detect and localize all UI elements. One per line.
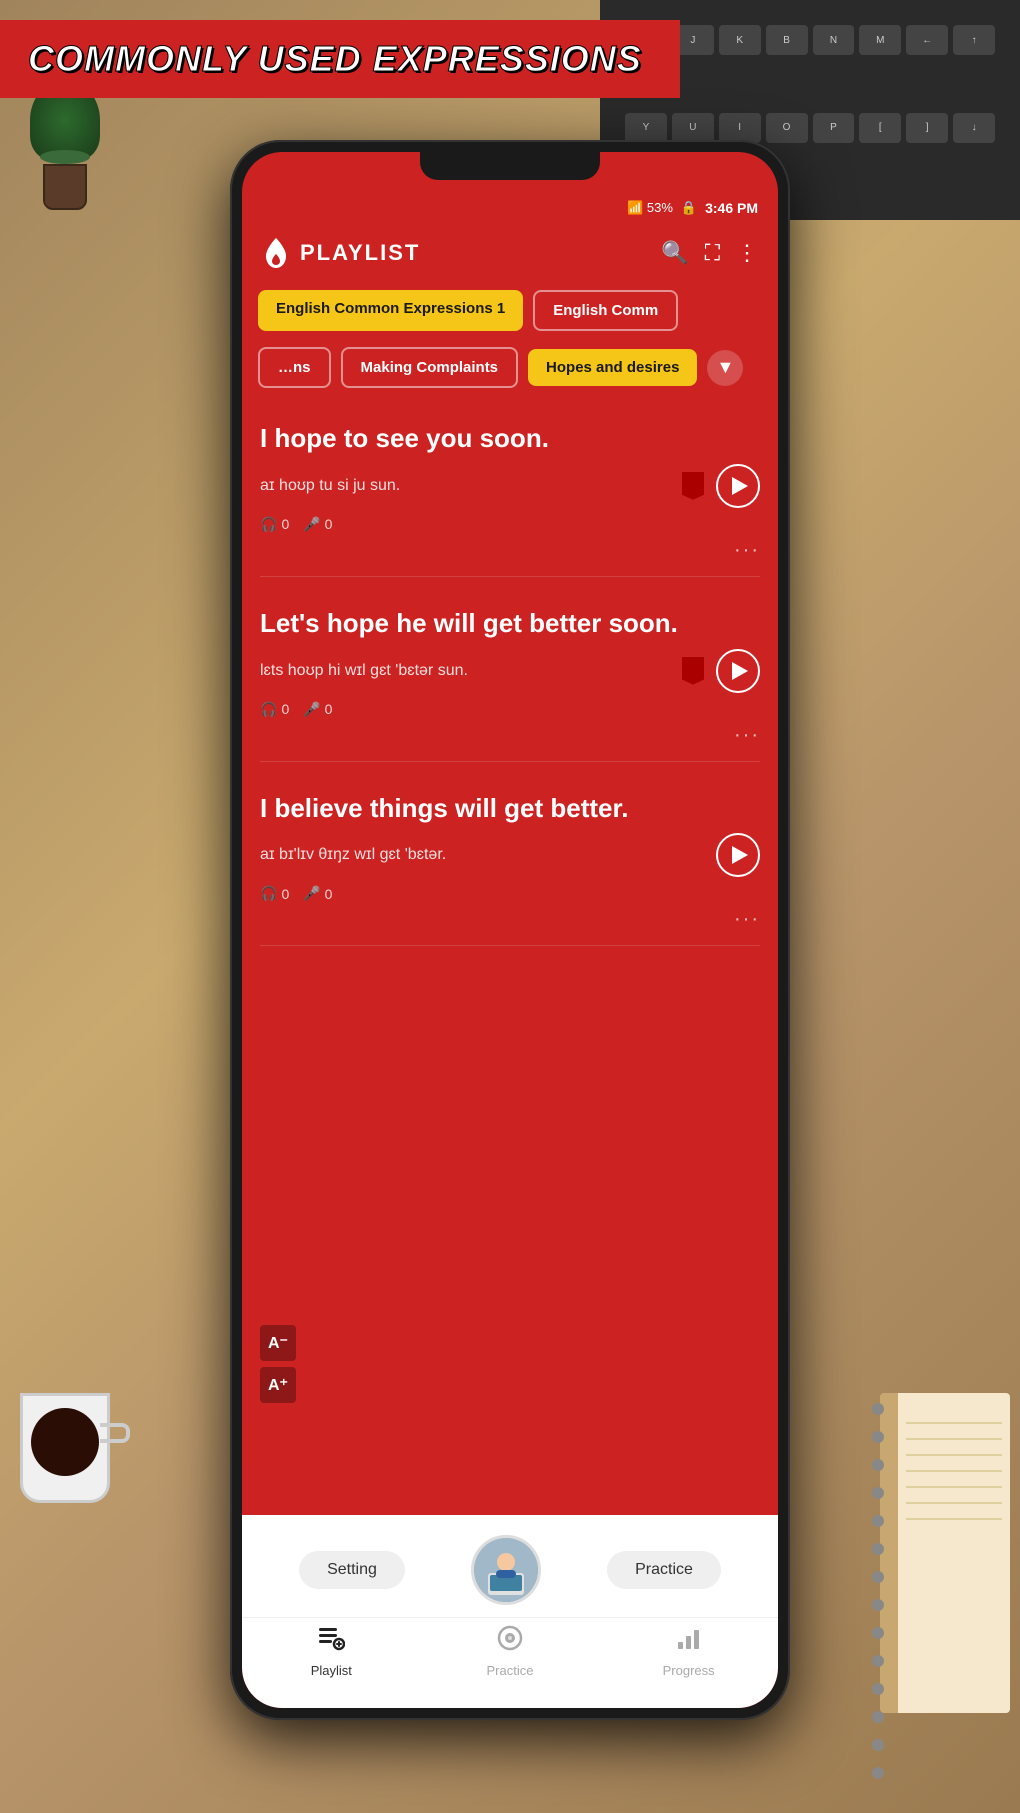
- key: P: [813, 113, 855, 143]
- tab-english-expressions-1[interactable]: English Common Expressions 1: [258, 290, 523, 331]
- play-triangle-2: [732, 662, 748, 680]
- content-area: I hope to see you soon. aɪ hoʊp tu si ju…: [242, 396, 778, 1708]
- font-decrease-button[interactable]: A⁻: [260, 1325, 296, 1361]
- key: N: [813, 25, 855, 55]
- tab-ellipsis[interactable]: …ns: [258, 347, 331, 388]
- phrase-card-3: I believe things will get better. aɪ bɪ'…: [260, 778, 760, 947]
- banner-text: COMMONLY USED EXPRESSIONS: [28, 38, 652, 80]
- key: U: [672, 113, 714, 143]
- stats-row-3: 🎧 0 🎤 0: [260, 885, 760, 902]
- phrase-text-1: I hope to see you soon.: [260, 422, 760, 456]
- phone: 📶 53% 🔒 3:46 PM PLAYLIST 🔍 ⛶ ⋮: [230, 140, 790, 1720]
- plant: [20, 80, 110, 220]
- avatar-svg: [474, 1538, 538, 1602]
- nav-playlist-label: Playlist: [311, 1663, 352, 1678]
- category-tabs-row1: English Common Expressions 1 English Com…: [242, 282, 778, 339]
- play-triangle-1: [732, 477, 748, 495]
- phrase-card-2: Let's hope he will get better soon. lɛts…: [260, 593, 760, 762]
- listen-count-3: 0: [281, 886, 289, 902]
- headphone-icon-3: 🎧: [260, 885, 277, 902]
- coffee-cup: [20, 1393, 130, 1533]
- status-bar: 📶 53% 🔒 3:46 PM: [242, 192, 778, 224]
- more-options-3[interactable]: ···: [260, 908, 760, 931]
- key: O: [766, 113, 808, 143]
- play-button-1[interactable]: [716, 464, 760, 508]
- key: B: [766, 25, 808, 55]
- practice-nav-icon: [496, 1624, 524, 1659]
- bookmark-icon-2[interactable]: [682, 657, 704, 685]
- bottom-bar: Setting: [242, 1515, 778, 1708]
- practice-button[interactable]: Practice: [607, 1551, 721, 1589]
- tab-hopes-and-desires[interactable]: Hopes and desires: [528, 349, 697, 386]
- headphone-icon-2: 🎧: [260, 701, 277, 718]
- app-logo-icon: [262, 236, 290, 270]
- more-options-2[interactable]: ···: [260, 724, 760, 747]
- nav-practice-label: Practice: [487, 1663, 534, 1678]
- playlist-icon-svg: [317, 1624, 345, 1652]
- avatar[interactable]: [471, 1535, 541, 1605]
- phone-screen: 📶 53% 🔒 3:46 PM PLAYLIST 🔍 ⛶ ⋮: [242, 152, 778, 1708]
- speak-icon-2: 🎤: [303, 701, 320, 718]
- key: ]: [906, 113, 948, 143]
- headphone-icon-1: 🎧: [260, 516, 277, 533]
- setting-button[interactable]: Setting: [299, 1551, 405, 1589]
- play-triangle-3: [732, 846, 748, 864]
- font-size-controls: A⁻ A⁺: [260, 1325, 296, 1403]
- phrase-phonetic-3: aɪ bɪ'lɪv θɪŋz wɪl gɛt 'bɛtər.: [260, 846, 716, 864]
- phrase-text-2: Let's hope he will get better soon.: [260, 607, 760, 641]
- key: ↓: [953, 113, 995, 143]
- signal-indicator: 📶 53%: [627, 200, 673, 216]
- nav-progress-label: Progress: [663, 1663, 715, 1678]
- practice-icon-svg: [496, 1624, 524, 1652]
- font-increase-button[interactable]: A⁺: [260, 1367, 296, 1403]
- key: ↑: [953, 25, 995, 55]
- phrase-phonetic-2: lɛts hoʊp hi wɪl gɛt 'bɛtər sun.: [260, 662, 682, 680]
- speak-count-3: 0: [325, 886, 333, 902]
- key: [: [859, 113, 901, 143]
- nav-practice[interactable]: Practice: [470, 1624, 550, 1678]
- phrase-card-1: I hope to see you soon. aɪ hoʊp tu si ju…: [260, 408, 760, 577]
- bottom-nav: Playlist Practice: [242, 1617, 778, 1684]
- notch: [420, 152, 600, 180]
- more-options-1[interactable]: ···: [260, 539, 760, 562]
- key: ←: [906, 25, 948, 55]
- play-button-2[interactable]: [716, 649, 760, 693]
- battery-icon: 🔒: [681, 200, 697, 216]
- more-menu-icon[interactable]: ⋮: [736, 240, 758, 266]
- expand-icon[interactable]: ⛶: [705, 240, 720, 266]
- phrase-phonetic-1: aɪ hoʊp tu si ju sun.: [260, 477, 682, 495]
- bookmark-icon-1[interactable]: [682, 472, 704, 500]
- avatar-image: [474, 1538, 538, 1602]
- speak-count-1: 0: [325, 516, 333, 532]
- progress-icon-svg: [675, 1624, 703, 1652]
- stats-row-1: 🎧 0 🎤 0: [260, 516, 760, 533]
- nav-progress[interactable]: Progress: [649, 1624, 729, 1678]
- bottom-actions: Setting: [242, 1527, 778, 1617]
- header-title: PLAYLIST: [300, 240, 420, 266]
- key: Y: [625, 113, 667, 143]
- dropdown-button[interactable]: ▼: [707, 350, 743, 386]
- key: K: [719, 25, 761, 55]
- play-button-3[interactable]: [716, 833, 760, 877]
- category-tabs-row2: …ns Making Complaints Hopes and desires …: [242, 339, 778, 396]
- notebook: [880, 1393, 1010, 1713]
- top-banner: COMMONLY USED EXPRESSIONS: [0, 20, 680, 98]
- speak-icon-3: 🎤: [303, 885, 320, 902]
- listen-count-2: 0: [281, 701, 289, 717]
- search-icon[interactable]: 🔍: [661, 240, 688, 266]
- tab-english-comm[interactable]: English Comm: [533, 290, 678, 331]
- speak-icon-1: 🎤: [303, 516, 320, 533]
- playlist-nav-icon: [317, 1624, 345, 1659]
- progress-nav-icon: [675, 1624, 703, 1659]
- phrase-text-3: I believe things will get better.: [260, 792, 760, 826]
- tab-making-complaints[interactable]: Making Complaints: [341, 347, 519, 388]
- stats-row-2: 🎧 0 🎤 0: [260, 701, 760, 718]
- key: I: [719, 113, 761, 143]
- listen-count-1: 0: [281, 516, 289, 532]
- speak-count-2: 0: [325, 701, 333, 717]
- status-time: 3:46 PM: [705, 200, 758, 216]
- nav-playlist[interactable]: Playlist: [291, 1624, 371, 1678]
- app-header: PLAYLIST 🔍 ⛶ ⋮: [242, 224, 778, 282]
- key: M: [859, 25, 901, 55]
